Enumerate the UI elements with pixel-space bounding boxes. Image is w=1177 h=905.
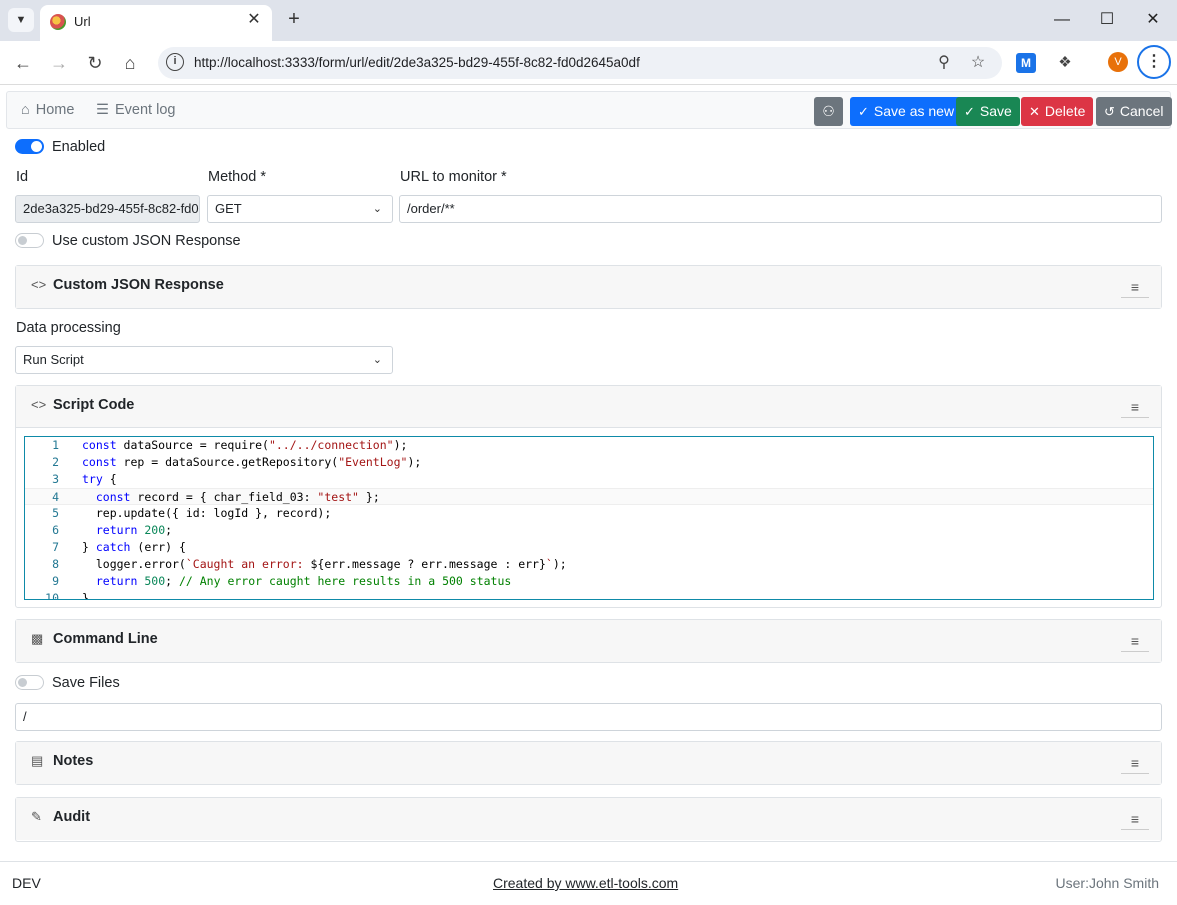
url-monitor-input[interactable]: /order/** — [399, 195, 1162, 223]
browser-tab-bar: ▼ Url ✕ + — ☐ ✕ — [0, 0, 1177, 41]
script-code-panel: <> Script Code ≡ 1 const dataSource = req… — [15, 385, 1162, 608]
code-icon: <> — [31, 397, 47, 412]
notes-icon: ▤ — [31, 753, 44, 768]
reload-icon[interactable]: ↻ — [81, 49, 109, 77]
zoom-icon[interactable]: ⚲ — [932, 51, 956, 75]
undo-icon: ↺ — [1104, 104, 1115, 119]
bookmark-star-icon[interactable]: ☆ — [966, 51, 990, 75]
custom-json-toggle[interactable] — [15, 233, 44, 248]
back-icon[interactable]: ← — [9, 49, 37, 77]
id-label: Id — [16, 169, 29, 185]
current-user: User:John Smith — [1055, 875, 1159, 891]
tab-search-icon[interactable]: ▼ — [8, 8, 34, 32]
site-info-icon[interactable]: i — [166, 53, 184, 71]
page-footer: DEV Created by www.etl-tools.com User:Jo… — [0, 861, 1177, 905]
code-line: 10} — [45, 591, 89, 600]
panel-title: Command Line — [53, 631, 158, 647]
credit-link[interactable]: Created by www.etl-tools.com — [493, 875, 678, 891]
custom-json-panel: <> Custom JSON Response ≡ — [15, 265, 1162, 309]
house-icon: ⌂ — [21, 102, 30, 118]
panel-header[interactable]: <> Script Code ≡ — [16, 386, 1161, 428]
panel-title: Script Code — [53, 397, 135, 413]
code-line: 6 return 200; — [52, 523, 173, 537]
app-page: ⌂ Home ☰ Event log ⚇ ✓ Save as new ✓ Save ✕ D… — [0, 85, 1177, 905]
id-field: 2de3a325-bd29-455f-8c82-fd0d2645a0df — [15, 195, 200, 223]
check-icon: ✓ — [964, 104, 975, 119]
browser-menu-icon[interactable]: ⋮ — [1137, 45, 1171, 79]
x-icon: ✕ — [1029, 104, 1040, 119]
panel-title: Notes — [53, 753, 94, 769]
code-line: 4 const record = { char_field_03: "test"… — [25, 488, 1153, 505]
enabled-label: Enabled — [52, 139, 106, 155]
forward-icon[interactable]: → — [45, 49, 73, 77]
address-bar[interactable]: i http://localhost:3333/form/url/edit/2d… — [158, 47, 1002, 79]
hamburger-icon[interactable]: ≡ — [1121, 808, 1149, 830]
method-value: GET — [215, 201, 242, 216]
data-processing-select[interactable]: Run Script ⌄ — [15, 346, 393, 374]
panel-header[interactable]: ▩ Command Line ≡ — [16, 620, 1161, 662]
extension-m-icon[interactable]: M — [1016, 53, 1036, 73]
minimize-icon[interactable]: — — [1047, 6, 1077, 34]
data-processing-label: Data processing — [16, 320, 121, 336]
save-files-path-input[interactable]: / — [15, 703, 1162, 731]
chevron-down-icon: ⌄ — [372, 354, 382, 366]
users-icon: ⚇ — [822, 103, 835, 119]
method-label: Method * — [208, 169, 267, 185]
code-line: 3 try { — [52, 472, 117, 486]
tab-title: Url — [74, 14, 91, 29]
home-link[interactable]: ⌂ Home — [21, 102, 74, 118]
pencil-icon: ✎ — [31, 809, 42, 824]
code-line: 9 return 500; // Any error caught here r… — [52, 574, 512, 588]
close-window-icon[interactable]: ✕ — [1138, 6, 1168, 34]
list-icon: ☰ — [96, 102, 109, 118]
enabled-toggle[interactable] — [15, 139, 44, 154]
url-label: URL to monitor * — [400, 169, 507, 185]
code-icon: <> — [31, 277, 47, 292]
panel-header[interactable]: ✎ Audit ≡ — [16, 798, 1161, 840]
code-line: 1 const dataSource = require("../../conne… — [52, 438, 408, 452]
hamburger-icon[interactable]: ≡ — [1121, 752, 1149, 774]
home-icon[interactable]: ⌂ — [116, 49, 144, 77]
check-icon: ✓ — [858, 104, 869, 119]
top-navbar: ⌂ Home ☰ Event log ⚇ ✓ Save as new ✓ Save ✕ D… — [6, 91, 1172, 129]
code-line: 7} catch (err) { — [52, 540, 186, 554]
audit-panel: ✎ Audit ≡ — [15, 797, 1162, 842]
hamburger-icon[interactable]: ≡ — [1121, 276, 1149, 298]
profile-avatar[interactable]: V — [1108, 52, 1128, 72]
users-button[interactable]: ⚇ — [814, 97, 843, 126]
notes-panel: ▤ Notes ≡ — [15, 741, 1162, 785]
panel-header[interactable]: <> Custom JSON Response ≡ — [16, 266, 1161, 308]
panel-header[interactable]: ▤ Notes ≡ — [16, 742, 1161, 784]
url-text[interactable]: http://localhost:3333/form/url/edit/2de3… — [194, 55, 640, 70]
command-line-panel: ▩ Command Line ≡ — [15, 619, 1162, 663]
save-button[interactable]: ✓ Save — [956, 97, 1020, 126]
extensions-puzzle-icon[interactable]: ❖ — [1053, 51, 1077, 75]
maximize-icon[interactable]: ☐ — [1092, 6, 1122, 34]
terminal-icon: ▩ — [31, 631, 44, 646]
method-select[interactable]: GET ⌄ — [207, 195, 393, 223]
event-log-link[interactable]: ☰ Event log — [96, 102, 175, 118]
close-tab-icon[interactable]: ✕ — [244, 10, 264, 30]
environment-label: DEV — [12, 875, 41, 891]
save-files-label: Save Files — [52, 675, 120, 691]
code-line: 5 rep.update({ id: logId }, record); — [52, 506, 332, 520]
delete-button[interactable]: ✕ Delete — [1021, 97, 1094, 126]
code-editor[interactable]: 1 const dataSource = require("../../conne… — [24, 436, 1154, 600]
hamburger-icon[interactable]: ≡ — [1121, 396, 1149, 418]
code-line: 8 logger.error(`Caught an error: ${err.m… — [52, 557, 567, 571]
data-processing-value: Run Script — [23, 352, 84, 367]
browser-toolbar: ← → ↻ ⌂ i http://localhost:3333/form/url… — [0, 41, 1177, 85]
cancel-button[interactable]: ↺ Cancel — [1096, 97, 1172, 126]
custom-json-label: Use custom JSON Response — [52, 233, 241, 249]
browser-tab[interactable]: Url ✕ — [40, 5, 272, 41]
new-tab-icon[interactable]: + — [282, 8, 306, 32]
panel-title: Audit — [53, 809, 91, 825]
save-files-toggle[interactable] — [15, 675, 44, 690]
code-line: 2 const rep = dataSource.getRepository("E… — [52, 455, 422, 469]
hamburger-icon[interactable]: ≡ — [1121, 630, 1149, 652]
panel-title: Custom JSON Response — [53, 277, 224, 293]
save-as-new-button[interactable]: ✓ Save as new — [850, 97, 963, 126]
chevron-down-icon: ⌄ — [372, 203, 382, 215]
favicon-icon — [50, 14, 66, 30]
